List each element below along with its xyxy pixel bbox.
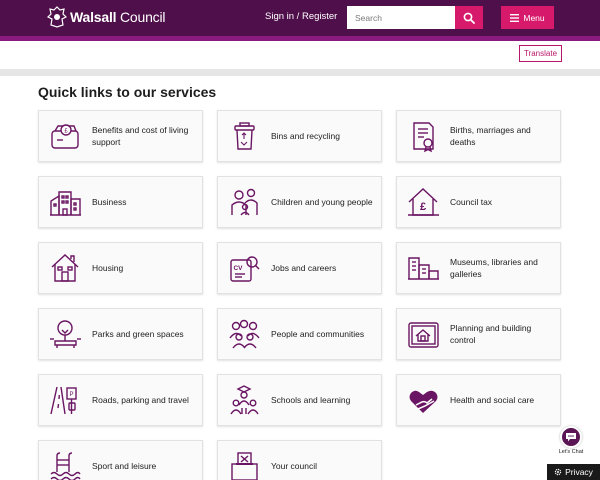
chat-bubble[interactable] (560, 426, 582, 448)
hamburger-icon (510, 13, 520, 22)
park-icon (50, 319, 81, 348)
service-card-jobs-careers[interactable]: CV Jobs and careers (217, 242, 382, 294)
swimming-icon (50, 451, 81, 480)
svg-text:CV: CV (233, 265, 243, 272)
service-label: Business (92, 196, 127, 207)
service-card-roads-parking[interactable]: P Roads, parking and travel (38, 374, 203, 426)
service-label: Schools and learning (271, 394, 351, 405)
service-card-benefits[interactable]: £ Benefits and cost of living support (38, 110, 203, 162)
svg-text:P: P (69, 392, 73, 398)
service-card-museums-libraries[interactable]: Museums, libraries and galleries (396, 242, 561, 294)
people-icon (229, 319, 260, 348)
service-card-parks[interactable]: Parks and green spaces (38, 308, 203, 360)
certificate-icon (413, 121, 434, 152)
service-label: Bins and recycling (271, 130, 340, 141)
search-icon (463, 12, 475, 24)
wallet-icon: £ (51, 123, 79, 149)
chat-label: Let's Chat (558, 449, 584, 455)
service-card-schools-learning[interactable]: Schools and learning (217, 374, 382, 426)
service-card-housing[interactable]: Housing (38, 242, 203, 294)
service-label: Your council (271, 460, 317, 471)
service-card-children-young-people[interactable]: Children and young people (217, 176, 382, 228)
planning-icon (408, 321, 439, 348)
service-label: Planning and building control (450, 322, 532, 346)
service-card-bins[interactable]: Bins and recycling (217, 110, 382, 162)
service-label: Health and social care (450, 394, 535, 405)
service-label: Museums, libraries and galleries (450, 256, 538, 280)
service-label: Council tax (450, 196, 493, 207)
service-card-people-communities[interactable]: People and communities (217, 308, 382, 360)
page-title: Quick links to our services (38, 84, 217, 100)
header-stripe (0, 36, 600, 41)
search-input[interactable] (347, 6, 455, 29)
service-label: Roads, parking and travel (92, 394, 189, 405)
privacy-label: Privacy (565, 467, 593, 477)
service-label: Housing (92, 262, 124, 273)
service-label: Parks and green spaces (92, 328, 184, 339)
service-card-planning[interactable]: Planning and building control (396, 308, 561, 360)
menu-label: Menu (523, 12, 545, 23)
school-icon (230, 384, 259, 414)
heart-hand-icon (409, 390, 438, 413)
translate-button[interactable]: Translate (519, 45, 562, 62)
service-label: People and communities (271, 328, 365, 339)
service-label: Children and young people (271, 196, 373, 207)
service-label: Sport and leisure (92, 460, 157, 471)
bin-icon (234, 121, 255, 150)
sign-in-register-link[interactable]: Sign in / Register (265, 11, 337, 22)
logo-text-rest: Council (116, 9, 166, 25)
service-label: Benefits and cost of living support (92, 124, 189, 148)
road-icon: P (50, 386, 77, 414)
service-label: Births, marriages and deaths (450, 124, 531, 148)
service-card-business[interactable]: Business (38, 176, 203, 228)
gear-icon (554, 468, 562, 476)
chat-widget[interactable]: Let's Chat (555, 426, 587, 456)
section-divider (0, 69, 600, 76)
menu-button[interactable]: Menu (501, 6, 554, 29)
house-pound-icon: £ (408, 187, 439, 216)
family-icon (231, 188, 258, 215)
service-card-births-marriages-deaths[interactable]: Births, marriages and deaths (396, 110, 561, 162)
svg-text:£: £ (420, 201, 426, 213)
museum-icon (408, 256, 439, 280)
service-card-health-social-care[interactable]: Health and social care (396, 374, 561, 426)
service-card-sport-leisure[interactable]: Sport and leisure (38, 440, 203, 480)
service-card-council-tax[interactable]: £ Council tax (396, 176, 561, 228)
site-header: Walsall Council Sign in / Register Menu (0, 0, 600, 36)
council-crest-icon (46, 6, 68, 28)
service-label: Jobs and careers (271, 262, 337, 273)
ballot-box-icon (231, 451, 258, 480)
privacy-button[interactable]: Privacy (547, 464, 600, 480)
cv-search-icon: CV (230, 255, 260, 282)
service-card-your-council[interactable]: Your council (217, 440, 382, 480)
search-button[interactable] (455, 6, 483, 29)
chat-icon (566, 433, 576, 442)
walsall-council-logo[interactable]: Walsall Council (46, 5, 166, 29)
logo-text-bold: Walsall (70, 9, 117, 25)
buildings-icon (50, 190, 81, 216)
house-icon (51, 253, 79, 282)
